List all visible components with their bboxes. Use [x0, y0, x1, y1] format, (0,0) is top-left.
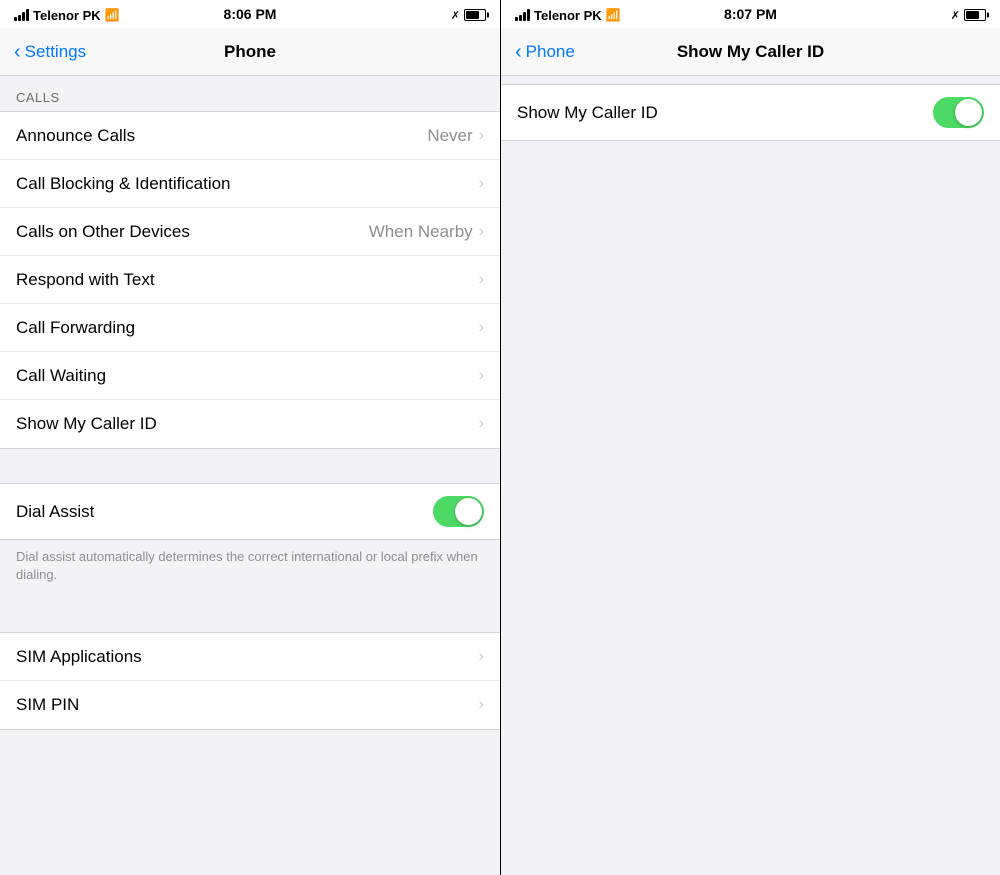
respond-with-text-chevron-icon: ›: [479, 271, 484, 289]
left-status-bar-right: ✗: [451, 9, 486, 22]
sim-pin-right: ›: [479, 696, 484, 714]
right-background: [501, 141, 1000, 875]
caller-id-toggle-knob: [955, 99, 982, 126]
call-blocking-label: Call Blocking & Identification: [16, 174, 231, 194]
sim-pin-row[interactable]: SIM PIN ›: [0, 681, 500, 729]
show-caller-id-right: ›: [479, 415, 484, 433]
right-back-label: Phone: [526, 42, 575, 62]
right-carrier-label: Telenor PK: [534, 8, 602, 23]
sim-applications-right: ›: [479, 648, 484, 666]
dial-assist-toggle-knob: [455, 498, 482, 525]
right-battery-icon: [964, 9, 986, 21]
call-waiting-right: ›: [479, 367, 484, 385]
sim-settings-group: SIM Applications › SIM PIN ›: [0, 632, 500, 730]
right-status-bar-right: ✗: [951, 9, 986, 22]
sim-pin-chevron-icon: ›: [479, 696, 484, 714]
sim-applications-label: SIM Applications: [16, 647, 142, 667]
left-status-bar: Telenor PK 📶 8:06 PM ✗: [0, 0, 500, 28]
bluetooth-icon: ✗: [451, 9, 460, 22]
calls-other-devices-chevron-icon: ›: [479, 223, 484, 241]
left-phone-panel: Telenor PK 📶 8:06 PM ✗ ‹ Settings Phone …: [0, 0, 500, 875]
announce-calls-chevron-icon: ›: [479, 127, 484, 145]
right-nav-bar: ‹ Phone Show My Caller ID: [501, 28, 1000, 76]
caller-id-group: Show My Caller ID: [501, 84, 1000, 141]
right-battery-fill: [966, 11, 979, 19]
battery-icon: [464, 9, 486, 21]
right-bluetooth-icon: ✗: [951, 9, 960, 22]
right-page-title: Show My Caller ID: [677, 42, 824, 62]
show-caller-id-chevron-icon: ›: [479, 415, 484, 433]
respond-with-text-row[interactable]: Respond with Text ›: [0, 256, 500, 304]
back-chevron-icon: ‹: [14, 42, 21, 62]
right-status-bar: Telenor PK 📶 8:07 PM ✗: [501, 0, 1000, 28]
left-time: 8:06 PM: [224, 6, 277, 22]
caller-id-row[interactable]: Show My Caller ID: [501, 85, 1000, 140]
call-forwarding-right: ›: [479, 319, 484, 337]
battery-fill: [466, 11, 479, 19]
back-to-phone-button[interactable]: ‹ Phone: [515, 42, 575, 62]
calls-section-header: CALLS: [0, 76, 500, 111]
calls-other-devices-value: When Nearby: [369, 222, 473, 242]
announce-calls-row[interactable]: Announce Calls Never ›: [0, 112, 500, 160]
back-to-settings-button[interactable]: ‹ Settings: [14, 42, 86, 62]
respond-with-text-right: ›: [479, 271, 484, 289]
caller-id-row-label: Show My Caller ID: [517, 103, 658, 123]
spacer-1: [0, 449, 500, 483]
dial-assist-row[interactable]: Dial Assist: [0, 484, 500, 539]
right-back-chevron-icon: ‹: [515, 42, 522, 62]
calls-other-devices-label: Calls on Other Devices: [16, 222, 190, 242]
carrier-label: Telenor PK: [33, 8, 101, 23]
wifi-icon: 📶: [105, 8, 120, 22]
call-forwarding-label: Call Forwarding: [16, 318, 135, 338]
right-phone-panel: Telenor PK 📶 8:07 PM ✗ ‹ Phone Show My C…: [500, 0, 1000, 875]
call-waiting-chevron-icon: ›: [479, 367, 484, 385]
left-nav-bar: ‹ Settings Phone: [0, 28, 500, 76]
sim-pin-label: SIM PIN: [16, 695, 79, 715]
left-status-bar-left: Telenor PK 📶: [14, 8, 120, 23]
sim-applications-row[interactable]: SIM Applications ›: [0, 633, 500, 681]
caller-id-toggle[interactable]: [933, 97, 984, 128]
calls-settings-group: Announce Calls Never › Call Blocking & I…: [0, 111, 500, 449]
call-blocking-chevron-icon: ›: [479, 175, 484, 193]
announce-calls-value: Never: [427, 126, 472, 146]
call-blocking-right: ›: [479, 175, 484, 193]
right-top-spacer: [501, 76, 1000, 84]
announce-calls-right: Never ›: [427, 126, 484, 146]
right-status-bar-left: Telenor PK 📶: [515, 8, 621, 23]
right-wifi-icon: 📶: [606, 8, 621, 22]
show-caller-id-row[interactable]: Show My Caller ID ›: [0, 400, 500, 448]
call-waiting-label: Call Waiting: [16, 366, 106, 386]
spacer-2: [0, 598, 500, 632]
calls-other-devices-row[interactable]: Calls on Other Devices When Nearby ›: [0, 208, 500, 256]
right-time: 8:07 PM: [724, 6, 777, 22]
respond-with-text-label: Respond with Text: [16, 270, 155, 290]
call-waiting-row[interactable]: Call Waiting ›: [0, 352, 500, 400]
announce-calls-label: Announce Calls: [16, 126, 135, 146]
call-forwarding-row[interactable]: Call Forwarding ›: [0, 304, 500, 352]
right-signal-bars-icon: [515, 9, 530, 21]
dial-assist-label: Dial Assist: [16, 502, 94, 522]
call-forwarding-chevron-icon: ›: [479, 319, 484, 337]
dial-assist-toggle[interactable]: [433, 496, 484, 527]
back-label: Settings: [25, 42, 86, 62]
dial-assist-description: Dial assist automatically determines the…: [0, 540, 500, 598]
page-title: Phone: [224, 42, 276, 62]
sim-applications-chevron-icon: ›: [479, 648, 484, 666]
calls-other-devices-right: When Nearby ›: [369, 222, 484, 242]
signal-bars-icon: [14, 9, 29, 21]
dial-assist-group: Dial Assist: [0, 483, 500, 540]
call-blocking-row[interactable]: Call Blocking & Identification ›: [0, 160, 500, 208]
show-caller-id-label: Show My Caller ID: [16, 414, 157, 434]
